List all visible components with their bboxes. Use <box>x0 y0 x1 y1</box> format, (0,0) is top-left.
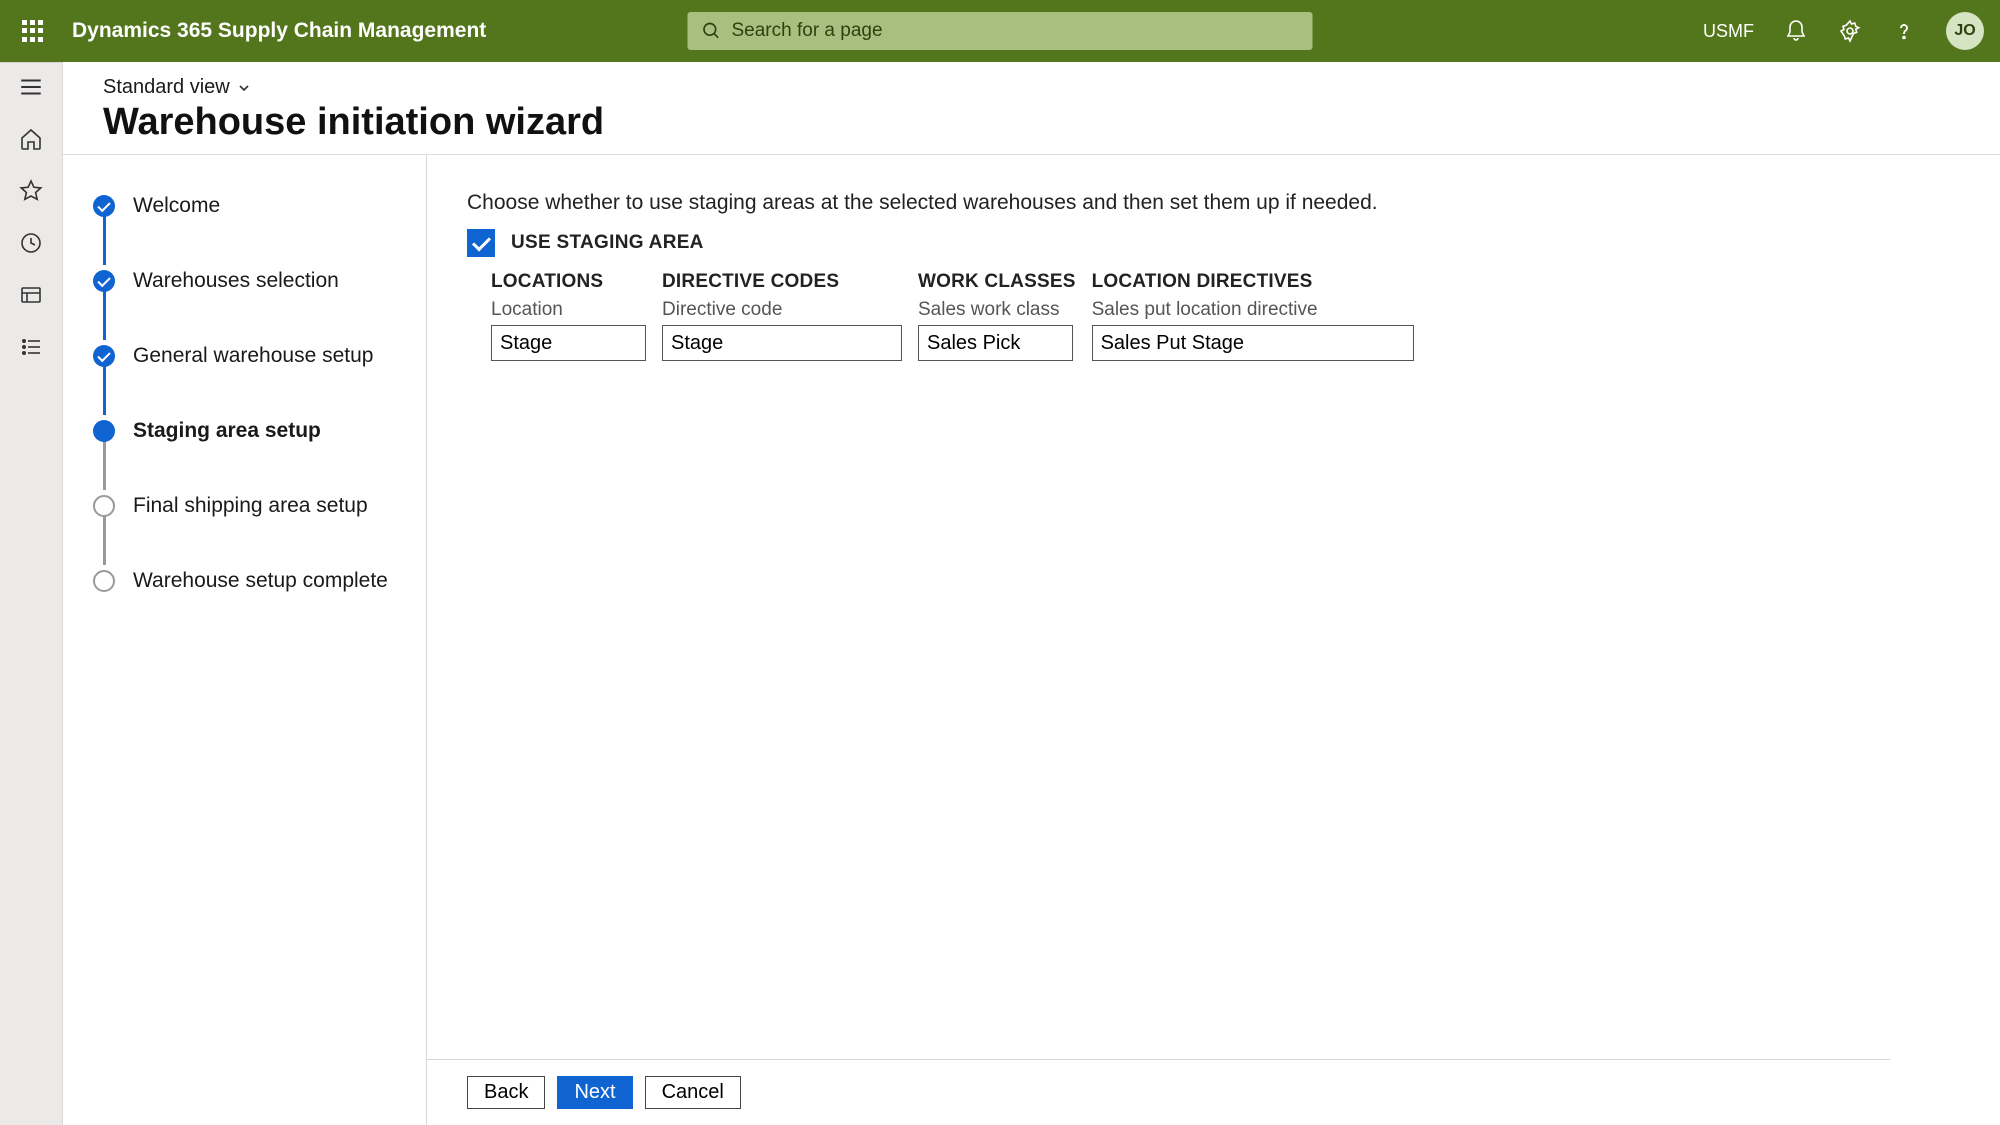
wizard-body: Choose whether to use staging areas at t… <box>427 155 1890 1059</box>
recent-icon[interactable] <box>17 229 45 257</box>
step-connector <box>103 515 106 565</box>
hamburger-icon[interactable] <box>17 73 45 101</box>
gear-icon[interactable] <box>1838 19 1862 43</box>
steps-panel: Welcome Warehouses selection General war… <box>63 155 427 1125</box>
home-icon[interactable] <box>17 125 45 153</box>
body-split: Welcome Warehouses selection General war… <box>63 155 2000 1125</box>
step-label: Warehouses selection <box>133 269 339 293</box>
content-area: Standard view Warehouse initiation wizar… <box>0 62 2000 1125</box>
next-button[interactable]: Next <box>557 1076 632 1109</box>
top-bar: Dynamics 365 Supply Chain Management USM… <box>0 0 2000 62</box>
col-work-classes: WORK CLASSES Sales work class <box>918 271 1076 361</box>
col-header-directive: DIRECTIVE CODES <box>662 271 902 293</box>
step-warehouse-setup-complete[interactable]: Warehouse setup complete <box>93 566 396 596</box>
chevron-down-icon <box>236 80 252 96</box>
use-staging-row: USE STAGING AREA <box>467 229 1850 257</box>
step-dot-current-icon <box>93 420 115 442</box>
field-label-work: Sales work class <box>918 299 1076 321</box>
help-icon[interactable] <box>1892 19 1916 43</box>
sales-work-class-input[interactable] <box>918 325 1073 361</box>
app-launcher-icon[interactable] <box>16 15 48 47</box>
step-connector <box>103 215 106 265</box>
field-label-directive: Directive code <box>662 299 902 321</box>
sales-put-location-directive-input[interactable] <box>1092 325 1414 361</box>
col-header-work: WORK CLASSES <box>918 271 1076 293</box>
workspace-icon[interactable] <box>17 281 45 309</box>
step-label: Welcome <box>133 194 220 218</box>
step-connector <box>103 440 106 490</box>
step-label: General warehouse setup <box>133 344 374 368</box>
location-input[interactable] <box>491 325 646 361</box>
step-dot-done-icon <box>93 195 115 217</box>
step-connector <box>103 290 106 340</box>
directive-code-input[interactable] <box>662 325 902 361</box>
star-icon[interactable] <box>17 177 45 205</box>
wizard-panel: Choose whether to use staging areas at t… <box>427 155 1890 1125</box>
instruction-text: Choose whether to use staging areas at t… <box>467 191 1850 215</box>
entity-label[interactable]: USMF <box>1703 21 1754 42</box>
field-label-location: Location <box>491 299 646 321</box>
col-header-locdir: LOCATION DIRECTIVES <box>1092 271 1414 293</box>
step-final-shipping-area-setup[interactable]: Final shipping area setup <box>93 491 396 521</box>
step-label: Final shipping area setup <box>133 494 368 518</box>
search-icon <box>702 21 722 41</box>
field-label-locdir: Sales put location directive <box>1092 299 1414 321</box>
columns-row: LOCATIONS Location DIRECTIVE CODES Direc… <box>491 271 1850 361</box>
view-label: Standard view <box>103 76 230 99</box>
modules-icon[interactable] <box>17 333 45 361</box>
step-dot-done-icon <box>93 345 115 367</box>
step-welcome[interactable]: Welcome <box>93 191 396 221</box>
col-header-locations: LOCATIONS <box>491 271 646 293</box>
view-switcher[interactable]: Standard view <box>103 76 1960 99</box>
wizard-footer: Back Next Cancel <box>427 1059 1890 1125</box>
step-warehouses-selection[interactable]: Warehouses selection <box>93 266 396 296</box>
search-wrap <box>688 12 1313 50</box>
step-label: Warehouse setup complete <box>133 569 388 593</box>
use-staging-label: USE STAGING AREA <box>511 232 704 254</box>
back-button[interactable]: Back <box>467 1076 545 1109</box>
step-list: Welcome Warehouses selection General war… <box>93 191 396 596</box>
search-input[interactable] <box>688 12 1313 50</box>
col-location-directives: LOCATION DIRECTIVES Sales put location d… <box>1092 271 1414 361</box>
main-panel: Standard view Warehouse initiation wizar… <box>62 62 2000 1125</box>
use-staging-checkbox[interactable] <box>467 229 495 257</box>
col-locations: LOCATIONS Location <box>491 271 646 361</box>
step-dot-todo-icon <box>93 570 115 592</box>
nav-rail <box>0 62 62 1125</box>
app-title: Dynamics 365 Supply Chain Management <box>72 19 486 43</box>
col-directive-codes: DIRECTIVE CODES Directive code <box>662 271 902 361</box>
cancel-button[interactable]: Cancel <box>645 1076 741 1109</box>
step-dot-done-icon <box>93 270 115 292</box>
step-label: Staging area setup <box>133 419 321 443</box>
page-header: Standard view Warehouse initiation wizar… <box>63 62 2000 155</box>
bell-icon[interactable] <box>1784 19 1808 43</box>
page-title: Warehouse initiation wizard <box>103 101 1960 144</box>
step-connector <box>103 365 106 415</box>
step-staging-area-setup[interactable]: Staging area setup <box>93 416 396 446</box>
step-general-warehouse-setup[interactable]: General warehouse setup <box>93 341 396 371</box>
avatar[interactable]: JO <box>1946 12 1984 50</box>
step-dot-todo-icon <box>93 495 115 517</box>
topbar-right: USMF JO <box>1703 12 1984 50</box>
